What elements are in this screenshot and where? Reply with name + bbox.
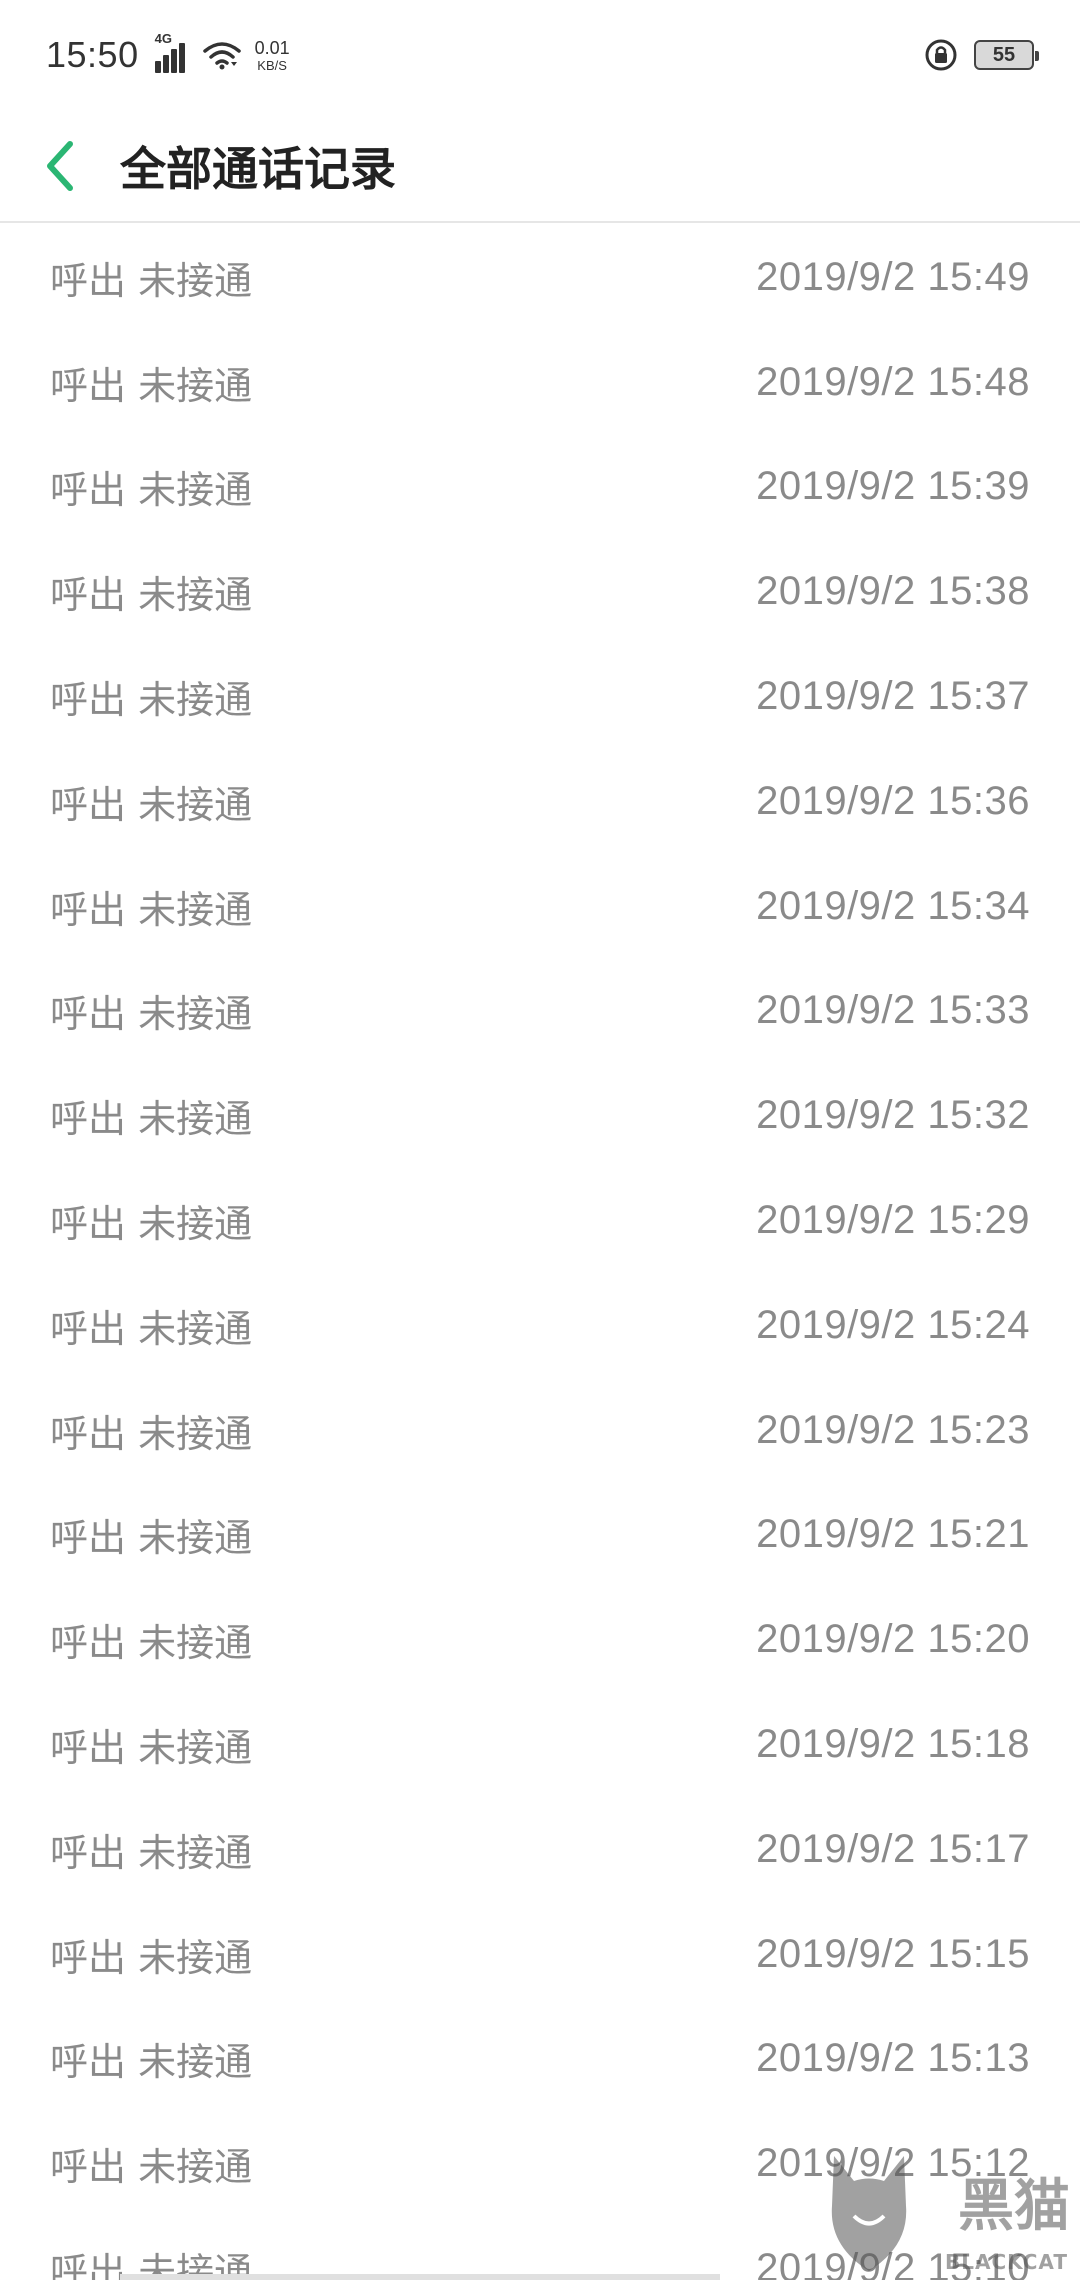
call-type-label: 呼出 未接通 [50,887,253,932]
call-timestamp: 2019/9/2 15:12 [756,2141,1030,2186]
call-timestamp: 2019/9/2 15:29 [756,1198,1030,1243]
call-timestamp: 2019/9/2 15:36 [756,778,1030,823]
call-type-label: 呼出 未接通 [50,1830,253,1875]
status-time: 15:50 [46,34,139,75]
call-log-row[interactable]: 呼出 未接通 2019/9/2 15:48 [0,330,1080,435]
call-log-row[interactable]: 呼出 未接通 2019/9/2 15:34 [0,854,1080,959]
call-type-label: 呼出 未接通 [50,1202,253,1247]
call-timestamp: 2019/9/2 15:48 [756,359,1030,404]
call-log-row[interactable]: 呼出 未接通 2019/9/2 15:21 [0,1483,1080,1588]
call-type-label: 呼出 未接通 [50,992,253,1037]
call-type-label: 呼出 未接通 [50,678,253,723]
call-log-row[interactable]: 呼出 未接通 2019/9/2 15:39 [0,435,1080,540]
call-timestamp: 2019/9/2 15:21 [756,1512,1030,1557]
call-type-label: 呼出 未接通 [50,1516,253,1561]
call-log-row[interactable]: 呼出 未接通 2019/9/2 15:10 [0,2216,1080,2280]
call-type-label: 呼出 未接通 [50,1935,253,1980]
signal-bar [162,55,169,73]
call-type-label: 呼出 未接通 [50,573,253,618]
call-type-label: 呼出 未接通 [50,1621,253,1666]
call-timestamp: 2019/9/2 15:10 [756,2246,1030,2280]
call-log-screen: 15:50 4G 0.01 KB/S 55 全部通话记录 呼出 未接通 2019… [0,0,1080,2280]
call-timestamp: 2019/9/2 15:39 [756,464,1030,509]
network-type-label: 4G [154,31,172,46]
call-timestamp: 2019/9/2 15:32 [756,1093,1030,1138]
back-button[interactable] [0,109,120,222]
call-log-row[interactable]: 呼出 未接通 2019/9/2 15:18 [0,1692,1080,1797]
call-timestamp: 2019/9/2 15:23 [756,1407,1030,1452]
call-log-row[interactable]: 呼出 未接通 2019/9/2 15:13 [0,2007,1080,2112]
call-type-label: 呼出 未接通 [50,258,253,303]
call-timestamp: 2019/9/2 15:13 [756,2036,1030,2081]
signal-bar [170,49,177,73]
call-timestamp: 2019/9/2 15:15 [756,1931,1030,1976]
status-bar: 15:50 4G 0.01 KB/S 55 [0,0,1080,110]
scroll-indicator [120,2274,720,2280]
call-log-row[interactable]: 呼出 未接通 2019/9/2 15:36 [0,749,1080,854]
call-timestamp: 2019/9/2 15:37 [756,674,1030,719]
call-timestamp: 2019/9/2 15:38 [756,569,1030,614]
call-type-label: 呼出 未接通 [50,468,253,513]
status-left: 15:50 4G 0.01 KB/S [46,31,290,76]
call-type-label: 呼出 未接通 [50,2145,253,2190]
network-speed-unit: KB/S [257,57,287,73]
call-type-label: 呼出 未接通 [50,2040,253,2085]
call-log-row[interactable]: 呼出 未接通 2019/9/2 15:38 [0,539,1080,644]
call-log-row[interactable]: 呼出 未接通 2019/9/2 15:37 [0,644,1080,749]
rotation-lock-icon [925,39,957,71]
status-right: 55 [924,38,1039,72]
network-speed-value: 0.01 [254,37,290,58]
cellular-signal-icon: 4G [154,31,185,73]
call-log-row[interactable]: 呼出 未接通 2019/9/2 15:32 [0,1063,1080,1168]
call-type-label: 呼出 未接通 [50,363,253,408]
call-log-row[interactable]: 呼出 未接通 2019/9/2 15:23 [0,1378,1080,1483]
wifi-icon [202,40,241,70]
call-log-row[interactable]: 呼出 未接通 2019/9/2 15:20 [0,1587,1080,1692]
call-type-label: 呼出 未接通 [50,1726,253,1771]
call-timestamp: 2019/9/2 15:24 [756,1302,1030,1347]
back-arrow-icon [47,140,73,191]
call-timestamp: 2019/9/2 15:18 [756,1722,1030,1767]
call-log-row[interactable]: 呼出 未接通 2019/9/2 15:29 [0,1168,1080,1273]
call-timestamp: 2019/9/2 15:34 [756,883,1030,928]
call-timestamp: 2019/9/2 15:49 [756,254,1030,299]
call-log-list: 呼出 未接通 2019/9/2 15:49 呼出 未接通 2019/9/2 15:48… [0,225,1080,2280]
call-log-row[interactable]: 呼出 未接通 2019/9/2 15:15 [0,1902,1080,2007]
call-type-label: 呼出 未接通 [50,782,253,827]
call-log-row[interactable]: 呼出 未接通 2019/9/2 15:49 [0,225,1080,330]
battery-icon: 55 [974,40,1039,70]
signal-bar [154,61,161,73]
call-type-label: 呼出 未接通 [50,1306,253,1351]
call-type-label: 呼出 未接通 [50,1097,253,1142]
call-log-row[interactable]: 呼出 未接通 2019/9/2 15:12 [0,2111,1080,2216]
call-log-row[interactable]: 呼出 未接通 2019/9/2 15:24 [0,1273,1080,1378]
call-timestamp: 2019/9/2 15:33 [756,988,1030,1033]
call-timestamp: 2019/9/2 15:20 [756,1617,1030,1662]
call-log-row[interactable]: 呼出 未接通 2019/9/2 15:33 [0,959,1080,1064]
signal-bar [178,43,185,73]
header: 全部通话记录 [0,110,1080,223]
call-log-row[interactable]: 呼出 未接通 2019/9/2 15:17 [0,1797,1080,1902]
network-speed: 0.01 KB/S [255,39,290,72]
call-timestamp: 2019/9/2 15:17 [756,1826,1030,1871]
battery-level: 55 [992,43,1016,66]
call-type-label: 呼出 未接通 [50,1411,253,1456]
page-title: 全部通话记录 [120,141,396,196]
